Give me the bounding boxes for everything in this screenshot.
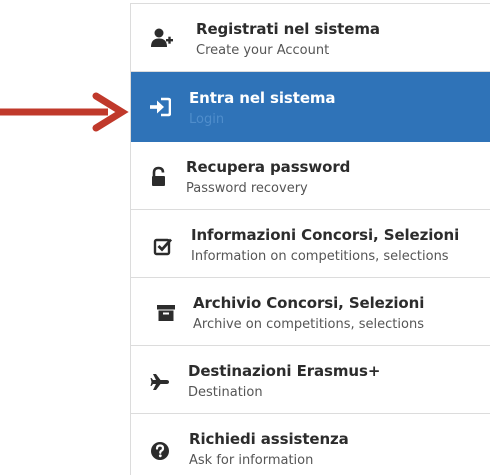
menu-item-competitions-info[interactable]: Informazioni Concorsi, Selezioni Informa… [131, 210, 490, 278]
menu-item-competitions-archive[interactable]: Archivio Concorsi, Selezioni Archive on … [131, 278, 490, 346]
menu-item-title: Destinazioni Erasmus+ [188, 362, 381, 380]
menu-item-password-recovery[interactable]: Recupera password Password recovery [131, 142, 490, 210]
menu-item-erasmus-destinations[interactable]: Destinazioni Erasmus+ Destination [131, 346, 490, 414]
menu-item-title: Informazioni Concorsi, Selezioni [191, 226, 460, 244]
question-circle-icon [149, 440, 171, 462]
menu-item-title: Registrati nel sistema [196, 20, 380, 38]
plane-icon [149, 371, 171, 393]
menu-item-subtitle: Password recovery [186, 181, 308, 196]
main-menu: Registrati nel sistema Create your Accou… [130, 3, 490, 475]
menu-item-title: Recupera password [186, 158, 351, 176]
menu-item-login[interactable]: Entra nel sistema Login [131, 72, 490, 142]
menu-item-register[interactable]: Registrati nel sistema Create your Accou… [131, 4, 490, 72]
user-plus-icon [151, 27, 173, 49]
sign-in-icon [149, 96, 171, 118]
page: Registrati nel sistema Create your Accou… [0, 0, 490, 475]
menu-item-title: Entra nel sistema [189, 89, 336, 107]
menu-item-subtitle: Login [189, 112, 225, 127]
menu-item-subtitle: Ask for information [189, 453, 314, 468]
menu-item-assistance[interactable]: Richiedi assistenza Ask for information [131, 414, 490, 475]
menu-item-subtitle: Archive on competitions, selections [193, 317, 424, 332]
archive-icon [155, 302, 177, 324]
menu-item-title: Archivio Concorsi, Selezioni [193, 294, 425, 312]
menu-item-subtitle: Destination [188, 385, 263, 400]
checkbox-icon [153, 235, 175, 257]
menu-item-title: Richiedi assistenza [189, 430, 349, 448]
menu-item-subtitle: Information on competitions, selections [191, 249, 449, 264]
menu-item-subtitle: Create your Account [196, 43, 330, 58]
unlock-icon [148, 166, 170, 188]
red-arrow-icon [0, 92, 129, 132]
